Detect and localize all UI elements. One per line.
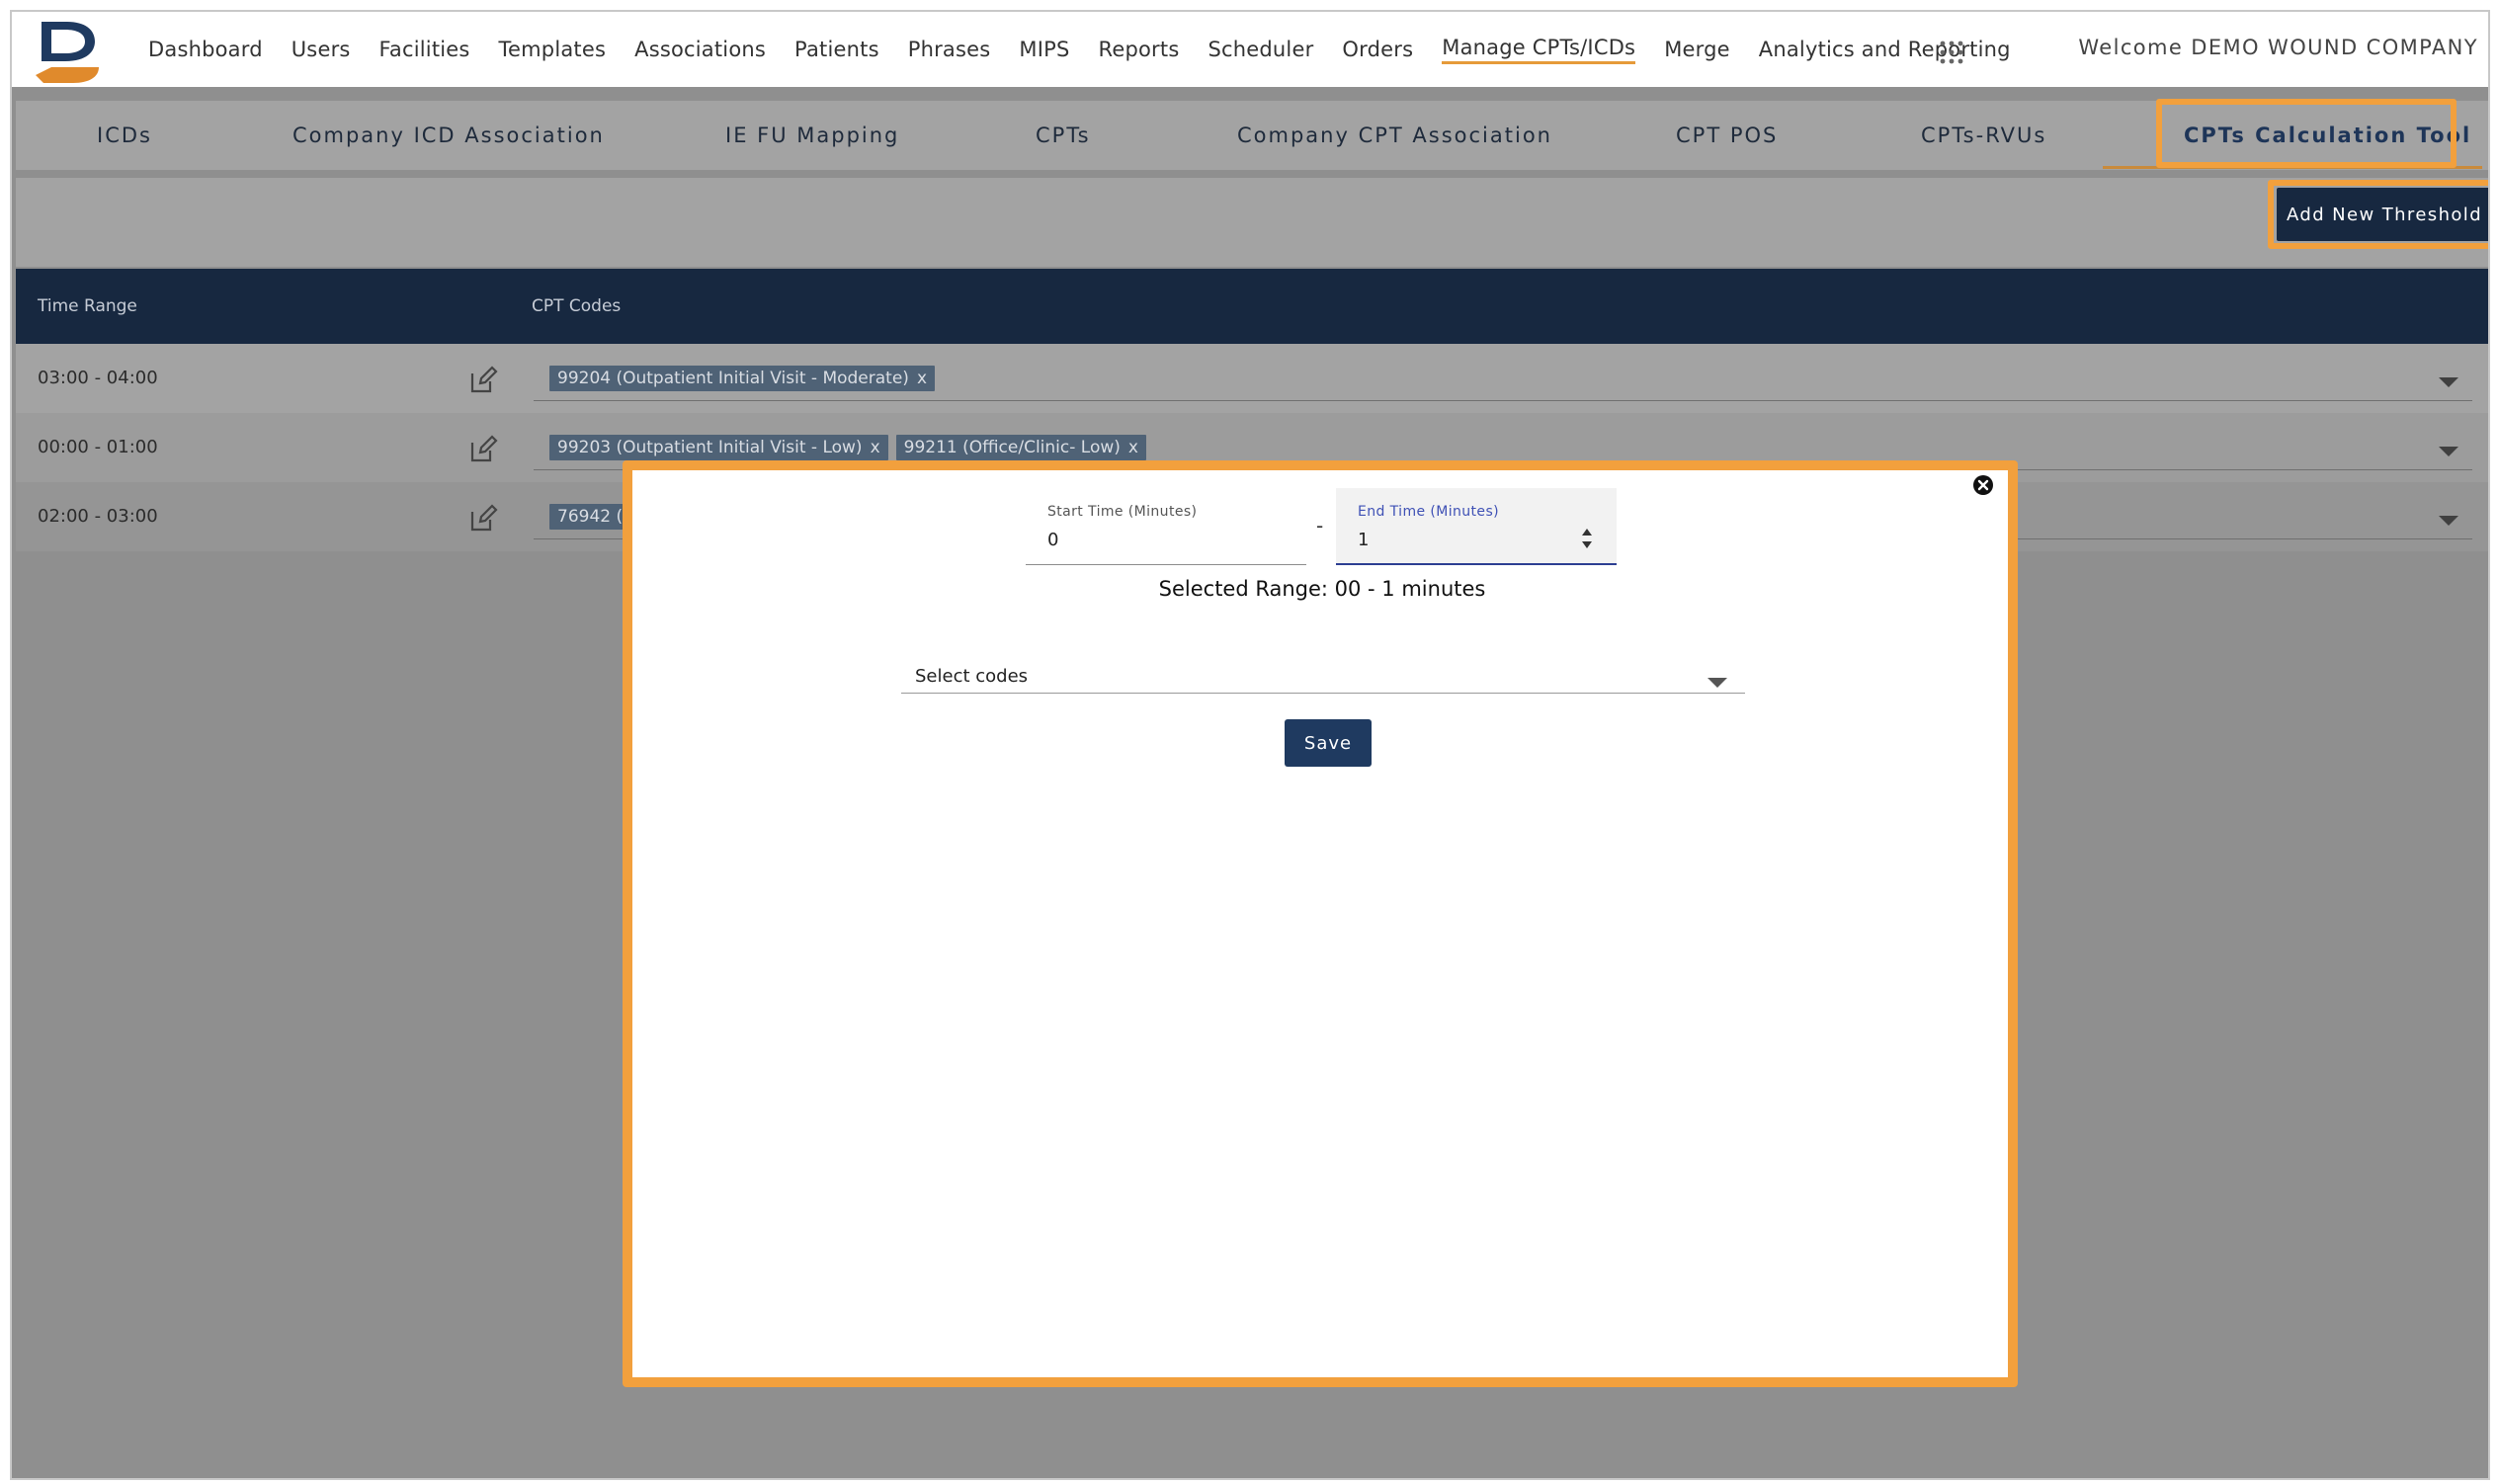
- end-time-label: End Time (Minutes): [1358, 504, 1500, 520]
- welcome-text: Welcome DEMO WOUND COMPANY: [2078, 36, 2478, 59]
- header-time-range: Time Range: [38, 296, 137, 316]
- nav-patients[interactable]: Patients: [794, 38, 879, 61]
- toolbar: [16, 178, 2488, 267]
- start-time-field[interactable]: Start Time (Minutes) 0: [1026, 490, 1306, 565]
- threshold-modal: [632, 470, 2008, 1377]
- nav-facilities[interactable]: Facilities: [379, 38, 470, 61]
- header-cpt-codes: CPT Codes: [532, 296, 622, 316]
- chip-remove-button[interactable]: x: [871, 438, 880, 457]
- range-separator: -: [1316, 514, 1324, 537]
- select-codes-placeholder: Select codes: [915, 666, 1029, 687]
- codes-select-underline: [534, 400, 2472, 401]
- tab-icds[interactable]: ICDs: [97, 101, 152, 170]
- tab-company-cpt-association[interactable]: Company CPT Association: [1237, 101, 1552, 170]
- nav-items: Dashboard Users Facilities Templates Ass…: [148, 12, 2040, 87]
- nav-analytics-reporting[interactable]: Analytics and Reporting: [1759, 38, 2011, 61]
- nav-templates[interactable]: Templates: [499, 38, 607, 61]
- row-time-range: 02:00 - 03:00: [38, 506, 158, 527]
- selected-range-text: Selected Range: 00 - 1 minutes: [1158, 577, 1486, 601]
- highlight-add-frame: [2268, 180, 2488, 249]
- nav-phrases[interactable]: Phrases: [908, 38, 991, 61]
- row-time-range: 03:00 - 04:00: [38, 368, 158, 388]
- nav-merge[interactable]: Merge: [1664, 38, 1730, 61]
- cpt-chips: 99203 (Outpatient Initial Visit - Low) x …: [549, 435, 1154, 460]
- save-button[interactable]: Save: [1285, 719, 1372, 767]
- close-icon[interactable]: [1971, 473, 1995, 497]
- tab-cpts-rvus[interactable]: CPTs-RVUs: [1921, 101, 2046, 170]
- nav-associations[interactable]: Associations: [634, 38, 766, 61]
- sub-tabs: ICDs Company ICD Association IE FU Mappi…: [16, 101, 2488, 170]
- tab-cpt-pos[interactable]: CPT POS: [1676, 101, 1778, 170]
- chip-label: 99211 (Office/Clinic- Low): [903, 438, 1121, 457]
- top-nav: Dashboard Users Facilities Templates Ass…: [12, 12, 2488, 87]
- logo[interactable]: [30, 16, 107, 87]
- nav-dashboard[interactable]: Dashboard: [148, 38, 263, 61]
- nav-reports[interactable]: Reports: [1099, 38, 1180, 61]
- table-row: 03:00 - 04:00 99204 (Outpatient Initial …: [16, 344, 2488, 413]
- start-time-input[interactable]: 0: [1047, 530, 1058, 550]
- nav-scheduler[interactable]: Scheduler: [1208, 38, 1313, 61]
- nav-manage-cpts-icds[interactable]: Manage CPTs/ICDs: [1442, 36, 1636, 64]
- cpt-chip: 99211 (Office/Clinic- Low) x: [895, 435, 1146, 460]
- chevron-down-icon[interactable]: [2439, 377, 2458, 387]
- select-codes-dropdown[interactable]: Select codes: [901, 658, 1745, 694]
- apps-grid-icon[interactable]: [1939, 40, 1964, 65]
- chip-label: 99203 (Outpatient Initial Visit - Low): [557, 438, 863, 457]
- highlight-tab-frame: [2156, 99, 2457, 168]
- tab-company-icd-association[interactable]: Company ICD Association: [292, 101, 605, 170]
- nav-mips[interactable]: MIPS: [1019, 38, 1069, 61]
- edit-icon[interactable]: [468, 366, 498, 395]
- edit-icon[interactable]: [468, 504, 498, 534]
- tab-cpts[interactable]: CPTs: [1036, 101, 1091, 170]
- chevron-down-icon[interactable]: [2439, 447, 2458, 456]
- edit-icon[interactable]: [468, 435, 498, 464]
- chip-remove-button[interactable]: x: [1128, 438, 1138, 457]
- spinner-icon[interactable]: [1581, 526, 1593, 551]
- end-time-field[interactable]: End Time (Minutes) 1: [1336, 488, 1617, 565]
- chip-label: 99204 (Outpatient Initial Visit - Modera…: [557, 369, 909, 388]
- row-time-range: 00:00 - 01:00: [38, 437, 158, 457]
- cpt-chip: 99204 (Outpatient Initial Visit - Modera…: [549, 366, 935, 391]
- nav-orders[interactable]: Orders: [1342, 38, 1413, 61]
- tab-ie-fu-mapping[interactable]: IE FU Mapping: [725, 101, 899, 170]
- start-time-label: Start Time (Minutes): [1047, 504, 1198, 520]
- table-header: Time Range CPT Codes: [16, 269, 2488, 344]
- nav-users[interactable]: Users: [292, 38, 351, 61]
- cpt-chips: 99204 (Outpatient Initial Visit - Modera…: [549, 366, 943, 391]
- end-time-input[interactable]: 1: [1358, 530, 1369, 550]
- chevron-down-icon[interactable]: [1708, 678, 1727, 688]
- chevron-down-icon[interactable]: [2439, 516, 2458, 526]
- chip-remove-button[interactable]: x: [917, 369, 927, 388]
- cpt-chip: 99203 (Outpatient Initial Visit - Low) x: [549, 435, 888, 460]
